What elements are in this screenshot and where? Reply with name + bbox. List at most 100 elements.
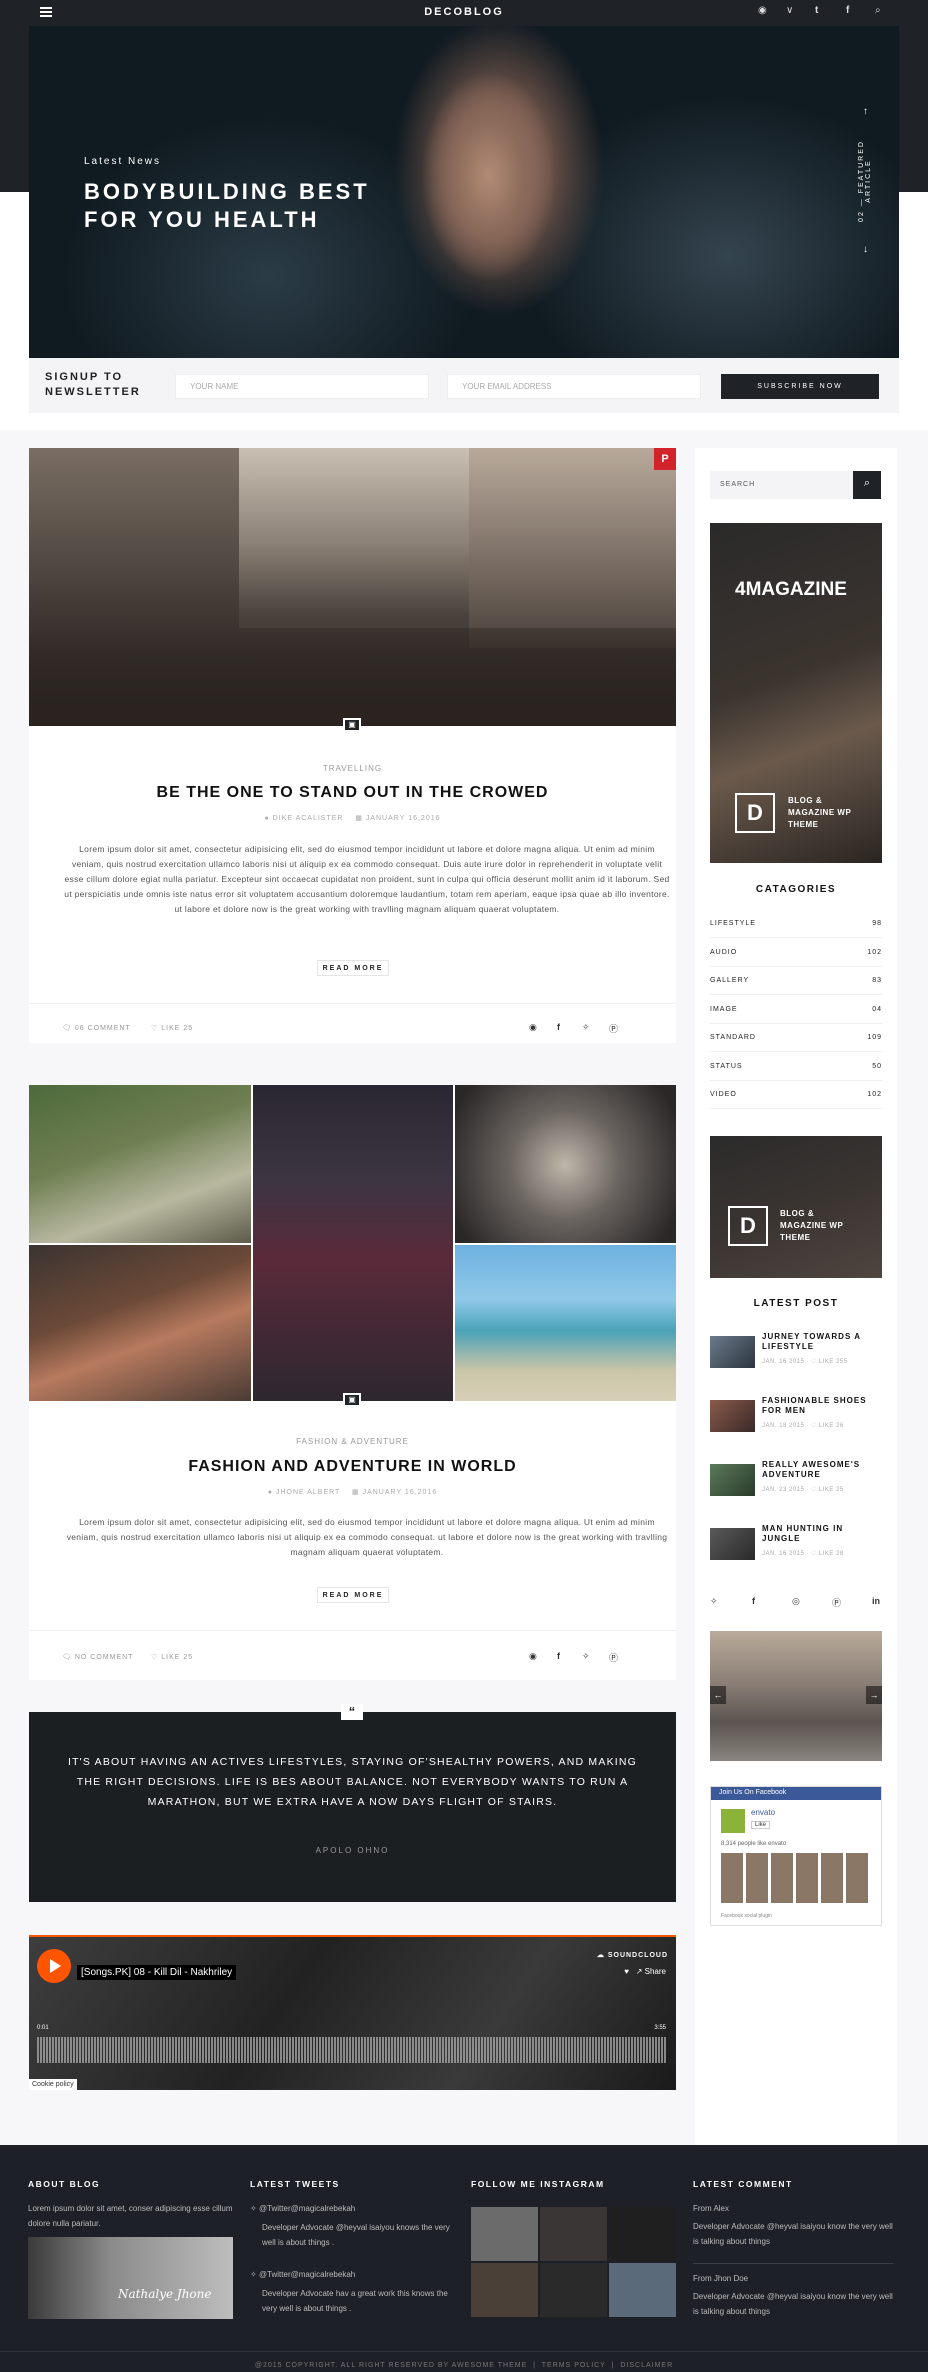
comment-author[interactable]: From Alex — [693, 2204, 729, 2213]
name-input[interactable]: YOUR NAME — [175, 374, 429, 399]
tumblr-icon[interactable]: t — [815, 5, 818, 16]
share-facebook-icon[interactable]: f — [557, 1651, 560, 1661]
instagram-photo[interactable] — [609, 2207, 676, 2261]
bicycle-photo-slider[interactable]: ← → — [710, 1631, 882, 1761]
category-item[interactable]: STANDARD 109 — [710, 1024, 882, 1052]
gallery-image-shoes[interactable] — [29, 1245, 251, 1401]
soundcloud-logo[interactable]: ☁ SOUNDCLOUD — [597, 1951, 668, 1959]
waveform[interactable] — [37, 2037, 667, 2063]
latest-post-item[interactable]: JURNEY TOWARDS A LIFESTYLE JAN. 16 2015 ♡… — [710, 1332, 882, 1378]
post-author[interactable]: JHONE ALBERT — [276, 1489, 340, 1496]
search-button[interactable]: ⌕ — [853, 471, 881, 499]
instagram-photo[interactable] — [471, 2207, 538, 2261]
share-twitter-icon[interactable]: ✧ — [582, 1022, 590, 1033]
latest-post-title[interactable]: REALLY AWESOME'S ADVENTURE — [762, 1460, 882, 1480]
instagram-photo[interactable] — [471, 2263, 538, 2317]
post-image-street-crowd[interactable]: P — [29, 448, 676, 726]
slider-prev-icon[interactable]: ← — [710, 1686, 726, 1704]
category-item[interactable]: LIFESTYLE 98 — [710, 910, 882, 938]
share-rss-icon[interactable]: ◉ — [529, 1022, 537, 1033]
latest-post-item[interactable]: FASHIONABLE SHOES FOR MEN JAN. 18 2015 ♡ … — [710, 1396, 882, 1442]
share-pinterest-icon[interactable]: Ⓟ — [609, 1022, 618, 1035]
featured-article-nav[interactable]: ↑ 02 — FEATURED ARTICLE ↓ — [857, 106, 873, 256]
share-rss-icon[interactable]: ◉ — [529, 1651, 537, 1662]
facebook-fans-grid[interactable] — [721, 1853, 871, 1903]
featured-hero[interactable]: Latest News BODYBUILDING BEST FOR YOU HE… — [29, 26, 899, 358]
latest-post-item[interactable]: MAN HUNTING IN JUNGLE JAN. 16 2015 ♡ LIKE… — [710, 1524, 882, 1570]
category-name[interactable]: LIFESTYLE — [710, 920, 756, 927]
category-item[interactable]: VIDEO 102 — [710, 1081, 882, 1109]
track-title[interactable]: [Songs.PK] 08 - Kill Dil - Nakhriley — [77, 1965, 237, 1980]
latest-post-title[interactable]: FASHIONABLE SHOES FOR MEN — [762, 1396, 882, 1416]
gallery-image-van[interactable] — [455, 1245, 676, 1401]
tweet-handle[interactable]: @Twitter@magicalrebekah — [259, 2204, 355, 2213]
search-icon[interactable]: ⌕ — [875, 5, 881, 16]
latest-post-thumbnail[interactable] — [710, 1464, 755, 1496]
latest-post-item[interactable]: REALLY AWESOME'S ADVENTURE JAN. 23 2015 ♡… — [710, 1460, 882, 1506]
facebook-page-name[interactable]: envato — [751, 1808, 775, 1817]
gallery-image-woman[interactable] — [253, 1085, 453, 1401]
latest-post-thumbnail[interactable] — [710, 1336, 755, 1368]
pinterest-icon[interactable]: P — [654, 448, 676, 470]
category-name[interactable]: VIDEO — [710, 1091, 737, 1098]
latest-post-thumbnail[interactable] — [710, 1528, 755, 1560]
category-name[interactable]: AUDIO — [710, 949, 737, 956]
post-title[interactable]: BE THE ONE TO STAND OUT IN THE CROWED — [29, 784, 676, 802]
twitter-icon[interactable]: ✧ — [710, 1596, 718, 1607]
read-more-button[interactable]: READ MORE — [317, 960, 389, 976]
category-item[interactable]: AUDIO 102 — [710, 939, 882, 967]
disclaimer-link[interactable]: DISCLAIMER — [620, 2362, 673, 2369]
email-input[interactable]: YOUR EMAIL ADDRESS — [447, 374, 701, 399]
terms-link[interactable]: TERMS POLICY — [542, 2362, 606, 2369]
post-category[interactable]: FASHION & ADVENTURE — [29, 1437, 676, 1446]
category-name[interactable]: GALLERY — [710, 977, 749, 984]
post-author[interactable]: DIKE ACALISTER — [273, 815, 344, 822]
share-pinterest-icon[interactable]: Ⓟ — [609, 1651, 618, 1664]
share-facebook-icon[interactable]: f — [557, 1022, 560, 1032]
hero-title[interactable]: BODYBUILDING BEST FOR YOU HEALTH — [84, 178, 404, 234]
gallery-image-car[interactable] — [29, 1085, 251, 1243]
post-title[interactable]: FASHION AND ADVENTURE IN WORLD — [29, 1458, 676, 1476]
facebook-icon[interactable]: f — [846, 5, 849, 16]
facebook-like-button[interactable]: Like — [751, 1821, 771, 1829]
play-button[interactable] — [37, 1949, 71, 1983]
facebook-icon[interactable]: f — [752, 1596, 755, 1606]
category-name[interactable]: STANDARD — [710, 1034, 756, 1041]
category-item[interactable]: GALLERY 83 — [710, 967, 882, 995]
like-count[interactable]: ♡ LIKE 25 — [151, 1653, 193, 1661]
tweet-handle[interactable]: @Twitter@magicalrebekah — [259, 2270, 355, 2279]
share-button[interactable]: Share — [645, 1967, 666, 1976]
share-twitter-icon[interactable]: ✧ — [582, 1651, 590, 1662]
instagram-photo[interactable] — [609, 2263, 676, 2317]
instagram-photo[interactable] — [540, 2263, 607, 2317]
slider-next-icon[interactable]: → — [866, 1686, 882, 1704]
post-category[interactable]: TRAVELLING — [29, 764, 676, 773]
comment-count[interactable]: 🗨 06 COMMENT — [62, 1024, 131, 1032]
dribbble-icon[interactable]: ◎ — [792, 1596, 800, 1607]
like-count[interactable]: ♡ LIKE 25 — [151, 1024, 193, 1032]
vimeo-icon[interactable]: ∨ — [786, 5, 793, 16]
category-item[interactable]: IMAGE 04 — [710, 996, 882, 1024]
read-more-button[interactable]: READ MORE — [317, 1587, 389, 1603]
comment-count[interactable]: 🗨 NO COMMENT — [62, 1653, 133, 1661]
latest-post-thumbnail[interactable] — [710, 1400, 755, 1432]
category-name[interactable]: STATUS — [710, 1063, 743, 1070]
cookie-policy-link[interactable]: Cookie policy — [29, 2079, 77, 2090]
rss-icon[interactable]: ◉ — [758, 5, 767, 16]
comment-author[interactable]: From Jhon Doe — [693, 2274, 748, 2283]
arrow-down-icon[interactable]: ↓ — [863, 244, 868, 255]
latest-post-title[interactable]: MAN HUNTING IN JUNGLE — [762, 1524, 882, 1544]
category-name[interactable]: IMAGE — [710, 1006, 738, 1013]
gallery-image-hair[interactable] — [455, 1085, 676, 1243]
magazine-ad-banner[interactable]: 4MAGAZINE D BLOG & MAGAZINE WP THEME — [710, 523, 882, 863]
subscribe-button[interactable]: SUBSCRIBE NOW — [721, 374, 879, 399]
share-controls[interactable]: ♥ ↗ Share — [624, 1967, 666, 1976]
facebook-widget-header[interactable]: Join Us On Facebook — [711, 1787, 881, 1800]
magazine-ad-banner-small[interactable]: D BLOG & MAGAZINE WP THEME — [710, 1136, 882, 1278]
arrow-up-icon[interactable]: ↑ — [863, 106, 868, 117]
category-item[interactable]: STATUS 50 — [710, 1053, 882, 1081]
instagram-photo[interactable] — [540, 2207, 607, 2261]
latest-post-title[interactable]: JURNEY TOWARDS A LIFESTYLE — [762, 1332, 882, 1352]
linkedin-icon[interactable]: in — [872, 1596, 880, 1606]
pinterest-icon[interactable]: Ⓟ — [832, 1596, 841, 1609]
